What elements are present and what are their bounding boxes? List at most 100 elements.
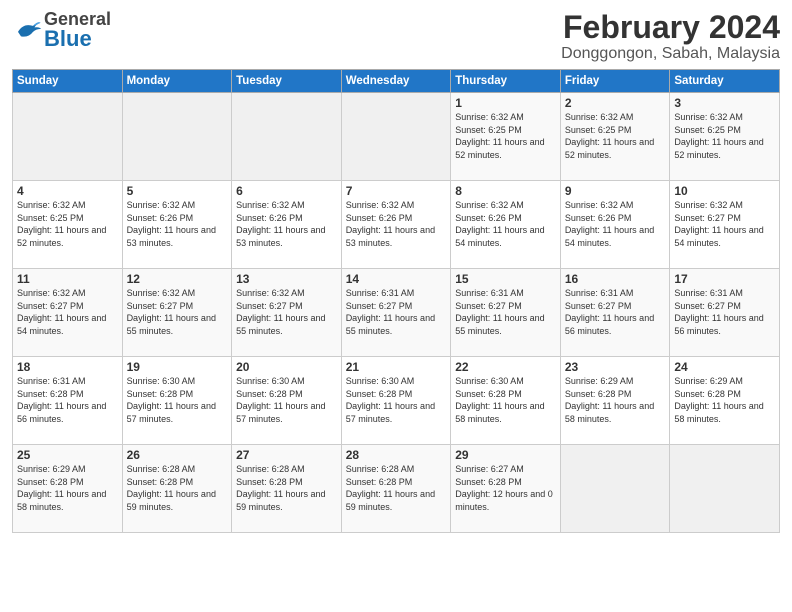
table-cell: 10Sunrise: 6:32 AM Sunset: 6:27 PM Dayli… — [670, 181, 780, 269]
calendar-body: 1Sunrise: 6:32 AM Sunset: 6:25 PM Daylig… — [13, 93, 780, 533]
table-cell: 19Sunrise: 6:30 AM Sunset: 6:28 PM Dayli… — [122, 357, 232, 445]
table-cell: 29Sunrise: 6:27 AM Sunset: 6:28 PM Dayli… — [451, 445, 561, 533]
calendar-table: SundayMondayTuesdayWednesdayThursdayFrid… — [12, 69, 780, 533]
day-number: 4 — [17, 184, 118, 198]
day-number: 17 — [674, 272, 775, 286]
table-cell: 17Sunrise: 6:31 AM Sunset: 6:27 PM Dayli… — [670, 269, 780, 357]
day-number: 10 — [674, 184, 775, 198]
day-info: Sunrise: 6:29 AM Sunset: 6:28 PM Dayligh… — [17, 463, 118, 513]
logo-bird-icon — [12, 15, 42, 45]
table-cell: 3Sunrise: 6:32 AM Sunset: 6:25 PM Daylig… — [670, 93, 780, 181]
day-number: 25 — [17, 448, 118, 462]
day-number: 26 — [127, 448, 228, 462]
week-row-3: 11 Sunrise: 6:32 AM Sunset: 6:27 PM Dayli… — [13, 269, 780, 357]
week-row-2: 4Sunrise: 6:32 AM Sunset: 6:25 PM Daylig… — [13, 181, 780, 269]
table-cell: 5Sunrise: 6:32 AM Sunset: 6:26 PM Daylig… — [122, 181, 232, 269]
day-info: Sunrise: 6:29 AM Sunset: 6:28 PM Dayligh… — [565, 375, 666, 425]
table-cell: 25Sunrise: 6:29 AM Sunset: 6:28 PM Dayli… — [13, 445, 123, 533]
table-cell: 6Sunrise: 6:32 AM Sunset: 6:26 PM Daylig… — [232, 181, 342, 269]
day-info: Sunrise: 6:30 AM Sunset: 6:28 PM Dayligh… — [127, 375, 228, 425]
day-number: 2 — [565, 96, 666, 110]
table-cell: 1Sunrise: 6:32 AM Sunset: 6:25 PM Daylig… — [451, 93, 561, 181]
table-cell: 11Sunrise: 6:32 AM Sunset: 6:27 PM Dayli… — [13, 269, 123, 357]
day-info: Sunrise: 6:30 AM Sunset: 6:28 PM Dayligh… — [455, 375, 556, 425]
day-number: 14 — [346, 272, 447, 286]
day-number: 5 — [127, 184, 228, 198]
header-sunday: Sunday — [13, 70, 123, 93]
day-info: Sunrise: 6:29 AM Sunset: 6:28 PM Dayligh… — [674, 375, 775, 425]
day-info: Sunrise: 6:32 AM Sunset: 6:26 PM Dayligh… — [455, 199, 556, 249]
day-number: 29 — [455, 448, 556, 462]
day-number: 9 — [565, 184, 666, 198]
calendar-subtitle: Donggongon, Sabah, Malaysia — [561, 45, 780, 63]
day-info: Sunrise: 6:31 AM Sunset: 6:27 PM Dayligh… — [565, 287, 666, 337]
header-saturday: Saturday — [670, 70, 780, 93]
day-info: Sunrise: 6:32 AM Sunset: 6:26 PM Dayligh… — [565, 199, 666, 249]
day-number: 8 — [455, 184, 556, 198]
day-info: Sunrise: 6:30 AM Sunset: 6:28 PM Dayligh… — [236, 375, 337, 425]
day-info: Sunrise: 6:32 AM Sunset: 6:25 PM Dayligh… — [455, 111, 556, 161]
table-cell: 18Sunrise: 6:31 AM Sunset: 6:28 PM Dayli… — [13, 357, 123, 445]
day-info: Sunrise: 6:28 AM Sunset: 6:28 PM Dayligh… — [127, 463, 228, 513]
header-row: SundayMondayTuesdayWednesdayThursdayFrid… — [13, 70, 780, 93]
day-number: 20 — [236, 360, 337, 374]
header-monday: Monday — [122, 70, 232, 93]
day-info: Sunrise: 6:30 AM Sunset: 6:28 PM Dayligh… — [346, 375, 447, 425]
table-cell: 13Sunrise: 6:32 AM Sunset: 6:27 PM Dayli… — [232, 269, 342, 357]
table-cell: 26Sunrise: 6:28 AM Sunset: 6:28 PM Dayli… — [122, 445, 232, 533]
day-info: Sunrise: 6:27 AM Sunset: 6:28 PM Dayligh… — [455, 463, 556, 513]
header: General Blue February 2024 Donggongon, S… — [12, 10, 780, 63]
table-cell: 28Sunrise: 6:28 AM Sunset: 6:28 PM Dayli… — [341, 445, 451, 533]
logo: General Blue — [12, 10, 111, 50]
day-info: Sunrise: 6:32 AM Sunset: 6:25 PM Dayligh… — [17, 199, 118, 249]
day-number: 11 — [17, 272, 118, 286]
title-block: February 2024 Donggongon, Sabah, Malaysi… — [561, 10, 780, 63]
day-info: Sunrise: 6:32 AM Sunset: 6:27 PM Dayligh… — [674, 199, 775, 249]
day-number: 3 — [674, 96, 775, 110]
day-info: Sunrise: 6:31 AM Sunset: 6:27 PM Dayligh… — [455, 287, 556, 337]
day-number: 28 — [346, 448, 447, 462]
day-number: 6 — [236, 184, 337, 198]
day-info: Sunrise: 6:31 AM Sunset: 6:27 PM Dayligh… — [346, 287, 447, 337]
table-cell: 9Sunrise: 6:32 AM Sunset: 6:26 PM Daylig… — [560, 181, 670, 269]
day-number: 21 — [346, 360, 447, 374]
header-wednesday: Wednesday — [341, 70, 451, 93]
day-info: Sunrise: 6:31 AM Sunset: 6:27 PM Dayligh… — [674, 287, 775, 337]
calendar-header: SundayMondayTuesdayWednesdayThursdayFrid… — [13, 70, 780, 93]
day-info: Sunrise: 6:32 AM Sunset: 6:26 PM Dayligh… — [127, 199, 228, 249]
table-cell: 8Sunrise: 6:32 AM Sunset: 6:26 PM Daylig… — [451, 181, 561, 269]
table-cell: 27Sunrise: 6:28 AM Sunset: 6:28 PM Dayli… — [232, 445, 342, 533]
day-info: Sunrise: 6:32 AM Sunset: 6:26 PM Dayligh… — [236, 199, 337, 249]
table-cell — [670, 445, 780, 533]
table-cell: 23Sunrise: 6:29 AM Sunset: 6:28 PM Dayli… — [560, 357, 670, 445]
day-number: 23 — [565, 360, 666, 374]
table-cell: 20Sunrise: 6:30 AM Sunset: 6:28 PM Dayli… — [232, 357, 342, 445]
day-info: Sunrise: 6:32 AM Sunset: 6:26 PM Dayligh… — [346, 199, 447, 249]
day-number: 16 — [565, 272, 666, 286]
week-row-5: 25Sunrise: 6:29 AM Sunset: 6:28 PM Dayli… — [13, 445, 780, 533]
table-cell: 14Sunrise: 6:31 AM Sunset: 6:27 PM Dayli… — [341, 269, 451, 357]
day-info: Sunrise: 6:32 AM Sunset: 6:25 PM Dayligh… — [674, 111, 775, 161]
table-cell: 15Sunrise: 6:31 AM Sunset: 6:27 PM Dayli… — [451, 269, 561, 357]
day-info: Sunrise: 6:32 AM Sunset: 6:25 PM Dayligh… — [565, 111, 666, 161]
header-thursday: Thursday — [451, 70, 561, 93]
table-cell — [13, 93, 123, 181]
header-friday: Friday — [560, 70, 670, 93]
day-number: 19 — [127, 360, 228, 374]
table-cell: 16Sunrise: 6:31 AM Sunset: 6:27 PM Dayli… — [560, 269, 670, 357]
table-cell — [341, 93, 451, 181]
day-info: Sunrise: 6:28 AM Sunset: 6:28 PM Dayligh… — [236, 463, 337, 513]
table-cell: 24Sunrise: 6:29 AM Sunset: 6:28 PM Dayli… — [670, 357, 780, 445]
day-number: 22 — [455, 360, 556, 374]
page: General Blue February 2024 Donggongon, S… — [0, 0, 792, 612]
table-cell: 2Sunrise: 6:32 AM Sunset: 6:25 PM Daylig… — [560, 93, 670, 181]
week-row-1: 1Sunrise: 6:32 AM Sunset: 6:25 PM Daylig… — [13, 93, 780, 181]
day-number: 27 — [236, 448, 337, 462]
day-number: 12 — [127, 272, 228, 286]
calendar-title: February 2024 — [561, 10, 780, 45]
header-tuesday: Tuesday — [232, 70, 342, 93]
day-number: 13 — [236, 272, 337, 286]
table-cell — [560, 445, 670, 533]
day-number: 15 — [455, 272, 556, 286]
day-info: Sunrise: 6:32 AM Sunset: 6:27 PM Dayligh… — [236, 287, 337, 337]
